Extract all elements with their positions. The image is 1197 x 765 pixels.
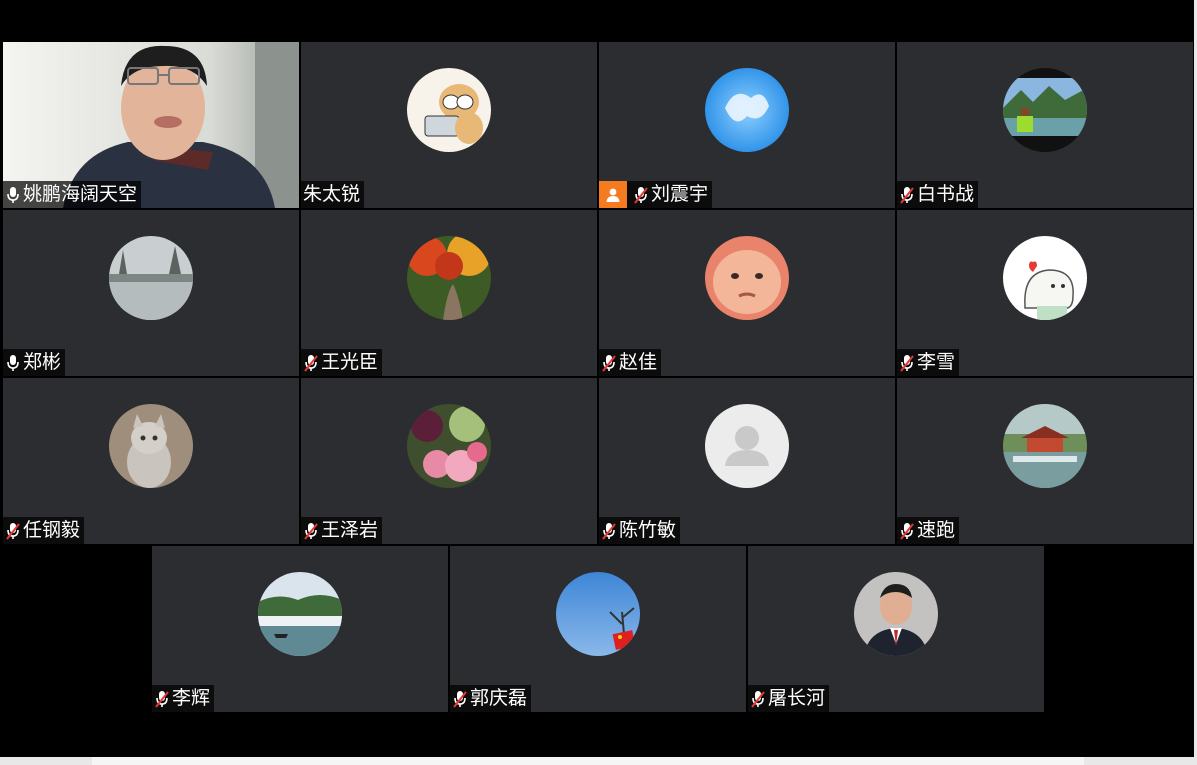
participant-tile-12[interactable]: 速跑 xyxy=(897,378,1193,544)
participant-name: 速跑 xyxy=(917,519,956,541)
participant-name-bar: 刘震宇 xyxy=(599,181,713,208)
participant-name-bar: 任钢毅 xyxy=(3,517,85,544)
participant-tile-7[interactable]: 赵佳 xyxy=(599,210,895,376)
participant-name: 郑彬 xyxy=(23,351,62,373)
baby-face-icon xyxy=(705,236,789,320)
microphone-muted-icon xyxy=(5,521,21,541)
participant-tile-15[interactable]: 屠长河 xyxy=(748,546,1044,712)
participant-name: 李雪 xyxy=(917,351,956,373)
microphone-muted-icon xyxy=(154,689,170,709)
microphone-muted-icon xyxy=(601,353,617,373)
participant-tile-8[interactable]: 李雪 xyxy=(897,210,1193,376)
microphone-muted-icon xyxy=(452,689,468,709)
participant-tile-1[interactable]: 姚鹏海阔天空 xyxy=(3,42,299,208)
cloud-sky-icon xyxy=(705,68,789,152)
default-user-icon xyxy=(705,404,789,488)
participant-name-bar: 郭庆磊 xyxy=(450,685,532,712)
autumn-path-icon xyxy=(407,236,491,320)
participant-name: 李辉 xyxy=(172,687,211,709)
participant-name: 屠长河 xyxy=(768,687,826,709)
microphone-icon xyxy=(5,185,21,205)
man-suit-icon xyxy=(854,572,938,656)
participant-tile-10[interactable]: 王泽岩 xyxy=(301,378,597,544)
participant-name-bar: 王泽岩 xyxy=(301,517,383,544)
cartoon-cat-icon xyxy=(407,68,491,152)
participant-tile-2[interactable]: 朱太锐 xyxy=(301,42,597,208)
participant-name: 白书战 xyxy=(917,183,975,205)
microphone-muted-icon xyxy=(899,521,915,541)
microphone-muted-icon xyxy=(303,353,319,373)
participant-name: 郭庆磊 xyxy=(470,687,528,709)
microphone-muted-icon xyxy=(601,521,617,541)
participant-name-bar: 李雪 xyxy=(897,349,960,376)
lake-photo-icon xyxy=(1003,68,1087,152)
participant-tile-6[interactable]: 王光臣 xyxy=(301,210,597,376)
participant-name: 陈竹敏 xyxy=(619,519,677,541)
cute-ghost-icon xyxy=(1003,236,1087,320)
participant-tile-3[interactable]: 刘震宇 xyxy=(599,42,895,208)
participant-name-bar: 陈竹敏 xyxy=(599,517,681,544)
microphone-muted-icon xyxy=(633,185,649,205)
host-badge-icon xyxy=(599,181,627,208)
pavilion-icon xyxy=(1003,404,1087,488)
microphone-muted-icon xyxy=(303,521,319,541)
scrollbar-thumb[interactable] xyxy=(92,757,1084,765)
flag-tree-icon xyxy=(556,572,640,656)
video-grid: 姚鹏海阔天空 朱太锐 刘震宇 白书战 郑彬 王光臣 赵佳 李雪 任钢毅 王泽岩 … xyxy=(0,0,1197,765)
microphone-muted-icon xyxy=(899,185,915,205)
participant-tile-9[interactable]: 任钢毅 xyxy=(3,378,299,544)
microphone-icon xyxy=(5,353,21,373)
flowers-icon xyxy=(407,404,491,488)
participant-name: 王光臣 xyxy=(321,351,379,373)
participant-tile-11[interactable]: 陈竹敏 xyxy=(599,378,895,544)
participant-name-bar: 白书战 xyxy=(897,181,979,208)
microphone-muted-icon xyxy=(899,353,915,373)
participant-tile-13[interactable]: 李辉 xyxy=(152,546,448,712)
kitten-icon xyxy=(109,404,193,488)
misty-lake-icon xyxy=(109,236,193,320)
participant-name: 姚鹏海阔天空 xyxy=(23,183,138,205)
participant-tile-5[interactable]: 郑彬 xyxy=(3,210,299,376)
participant-name-bar: 速跑 xyxy=(897,517,960,544)
bottom-scrollbar[interactable] xyxy=(0,757,1197,765)
participant-name: 朱太锐 xyxy=(303,183,361,205)
participant-name-bar: 王光臣 xyxy=(301,349,383,376)
participant-name-bar: 郑彬 xyxy=(3,349,66,376)
participant-name: 王泽岩 xyxy=(321,519,379,541)
participant-name-bar: 屠长河 xyxy=(748,685,830,712)
participant-name: 任钢毅 xyxy=(23,519,81,541)
participant-name: 赵佳 xyxy=(619,351,658,373)
participant-name-bar: 姚鹏海阔天空 xyxy=(3,181,142,208)
participant-name-bar: 朱太锐 xyxy=(301,181,365,208)
participant-name: 刘震宇 xyxy=(651,183,709,205)
participant-tile-4[interactable]: 白书战 xyxy=(897,42,1193,208)
foggy-mountain-icon xyxy=(258,572,342,656)
participant-name-bar: 赵佳 xyxy=(599,349,662,376)
microphone-muted-icon xyxy=(750,689,766,709)
participant-name-bar: 李辉 xyxy=(152,685,215,712)
participant-tile-14[interactable]: 郭庆磊 xyxy=(450,546,746,712)
